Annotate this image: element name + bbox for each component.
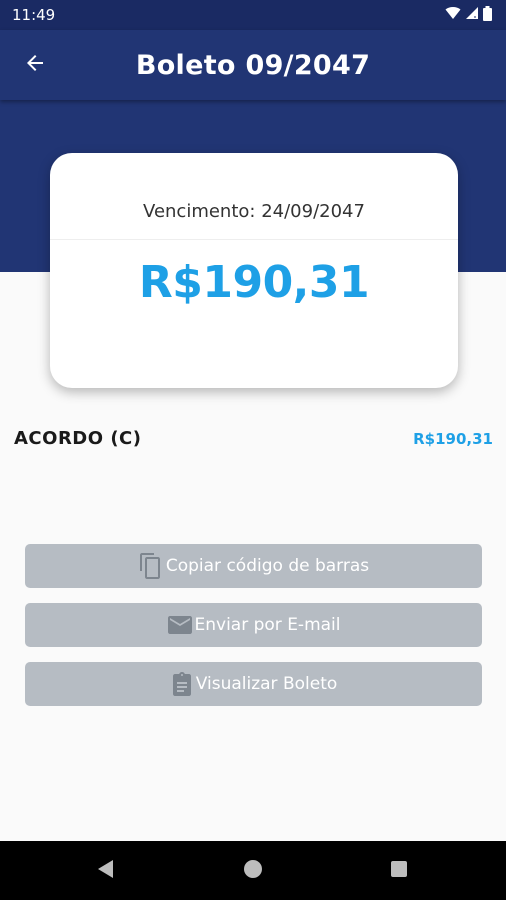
send-email-label: Enviar por E-mail [194, 615, 341, 635]
status-icons [445, 5, 492, 25]
view-boleto-button[interactable]: Visualizar Boleto [25, 662, 482, 706]
send-email-button[interactable]: Enviar por E-mail [25, 603, 482, 647]
copy-barcode-button[interactable]: Copiar código de barras [25, 544, 482, 588]
item-value: R$190,31 [413, 430, 493, 448]
copy-icon [138, 552, 164, 580]
navigation-bar [0, 841, 506, 900]
due-date-text: Vencimento: 24/09/2047 [143, 201, 365, 222]
back-triangle-icon [97, 859, 115, 883]
copy-barcode-label: Copiar código de barras [165, 556, 370, 576]
app-bar: Boleto 09/2047 [0, 30, 506, 100]
signal-icon [465, 6, 479, 24]
status-time: 11:49 [12, 6, 56, 24]
back-button[interactable] [18, 50, 52, 80]
home-circle-icon [243, 859, 263, 883]
page-title: Boleto 09/2047 [135, 49, 371, 81]
summary-card: Vencimento: 24/09/2047 R$190,31 [50, 153, 458, 388]
item-label: ACORDO (C) [14, 428, 142, 449]
nav-home-button[interactable] [237, 855, 269, 887]
recents-square-icon [390, 860, 408, 882]
nav-back-button[interactable] [90, 855, 122, 887]
view-boleto-label: Visualizar Boleto [195, 674, 338, 694]
card-divider [50, 239, 458, 240]
clipboard-icon [170, 671, 194, 697]
amount-value: R$190,31 [138, 257, 370, 308]
status-bar: 11:49 [0, 0, 506, 30]
wifi-icon [445, 6, 461, 24]
email-icon [167, 614, 193, 636]
battery-icon [483, 5, 492, 25]
arrow-left-icon [23, 51, 47, 79]
nav-recents-button[interactable] [383, 855, 415, 887]
